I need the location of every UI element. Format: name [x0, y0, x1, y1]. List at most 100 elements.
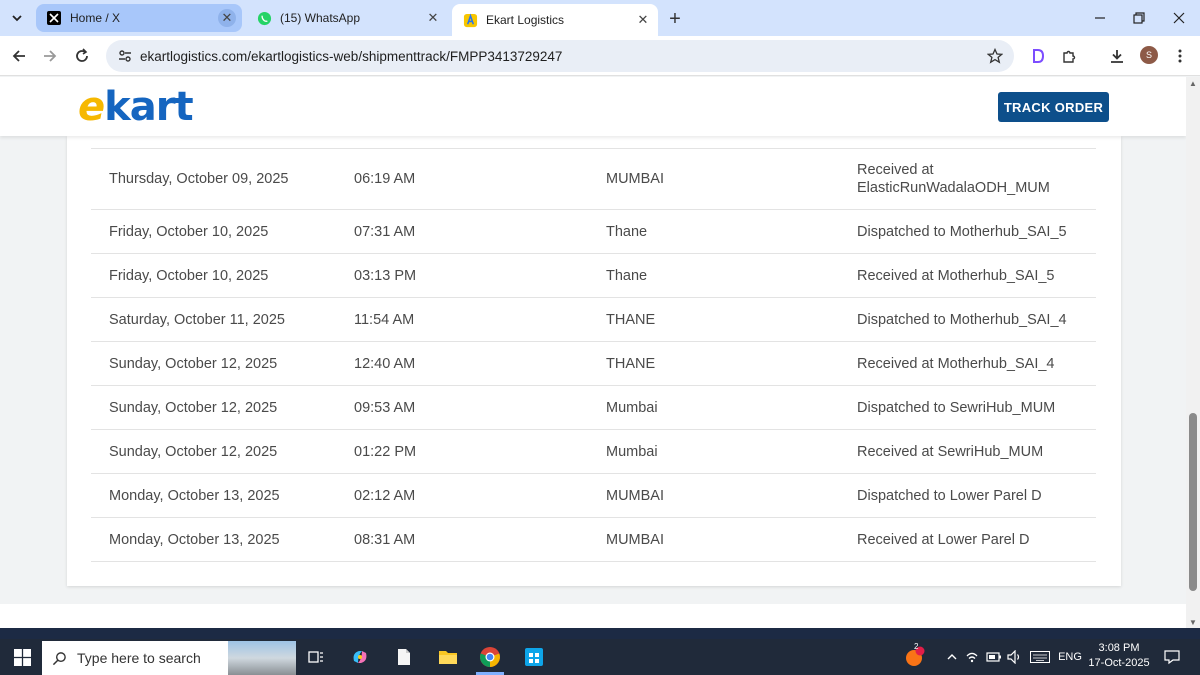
chrome-icon[interactable]	[476, 639, 504, 675]
tracking-location: MUMBAI	[606, 487, 664, 504]
tab-whatsapp[interactable]: (15) WhatsApp ✕	[246, 4, 448, 32]
tracking-row: Monday, October 13, 2025 08:31 AM MUMBAI Re…	[91, 518, 1096, 562]
keyboard-icon[interactable]	[1028, 639, 1052, 675]
tracking-row: Sunday, October 12, 2025 12:40 AM THANE Rec…	[91, 342, 1096, 386]
ekart-logo[interactable]: ekart	[78, 84, 194, 130]
minimize-icon[interactable]	[1088, 6, 1112, 30]
taskbar-edge	[0, 628, 1200, 639]
close-tab-icon[interactable]: ✕	[424, 9, 442, 27]
tracking-status: Dispatched to SewriHub_MUM	[857, 399, 1056, 416]
tracking-time: 06:19 AM	[354, 171, 416, 187]
tab-title: Ekart Logistics	[486, 13, 565, 27]
battery-icon[interactable]	[985, 639, 1003, 675]
tracking-status: Dispatched to Motherhub_SAI_5	[857, 223, 1067, 240]
taskbar-search[interactable]: Type here to search	[42, 641, 296, 675]
scroll-down-icon[interactable]: ▼	[1189, 618, 1197, 627]
tracking-date: Sunday, October 12, 2025	[109, 443, 278, 460]
tracking-row: Thursday, October 09, 2025 06:19 AM MUMBAI…	[91, 149, 1096, 210]
tab-title: Home / X	[70, 11, 121, 25]
tracking-date: Friday, October 10, 2025	[109, 267, 269, 284]
whatsapp-icon	[256, 10, 272, 26]
new-tab-button[interactable]: +	[664, 8, 686, 30]
tracking-row: Monday, October 13, 2025 02:12 AM MUMBAI Di…	[91, 474, 1096, 518]
tracking-location: Mumbai	[606, 443, 658, 460]
tracking-status: Received at SewriHub_MUM	[857, 443, 1044, 460]
tracking-status: Received at Motherhub_SAI_5	[857, 267, 1055, 284]
close-window-icon[interactable]	[1167, 6, 1191, 30]
close-tab-icon[interactable]: ✕	[634, 11, 652, 29]
tracking-date: Friday, October 10, 2025	[109, 223, 269, 240]
restore-icon[interactable]	[1127, 6, 1151, 30]
scroll-up-icon[interactable]: ▲	[1189, 79, 1197, 88]
tracking-location: THANE	[606, 311, 656, 328]
search-highlight-image	[228, 641, 296, 675]
tracking-location: THANE	[606, 355, 656, 372]
language-indicator[interactable]: ENG	[1056, 639, 1084, 675]
task-view-icon[interactable]	[302, 639, 330, 675]
tracking-location: Mumbai	[606, 399, 658, 416]
page-viewport: ekart TRACK ORDER Thursday, October 09, …	[0, 77, 1186, 628]
tracking-row: Saturday, October 11, 2025 11:54 AM THANE D…	[91, 298, 1096, 342]
taskbar-clock[interactable]: 3:08 PM 17-Oct-2025	[1086, 641, 1152, 671]
reload-button[interactable]	[70, 44, 94, 68]
tracking-row: Friday, October 10, 2025 07:31 AM Thane Dis…	[91, 210, 1096, 254]
extension-d-icon[interactable]	[1026, 44, 1050, 68]
site-info-icon[interactable]	[110, 48, 140, 64]
chevron-up-icon[interactable]	[944, 639, 960, 675]
windows-taskbar: Type here to search 2 ENG	[0, 639, 1200, 675]
tracking-date: Monday, October 13, 2025	[109, 531, 280, 548]
tracking-time: 01:22 PM	[354, 443, 417, 460]
file-explorer-icon[interactable]	[434, 639, 462, 675]
extensions-puzzle-icon[interactable]	[1058, 44, 1082, 68]
file-document-icon[interactable]	[390, 639, 418, 675]
back-button[interactable]	[7, 44, 31, 68]
tracking-location: MUMBAI	[606, 171, 664, 187]
logo-kart: kart	[104, 84, 193, 130]
page-scrollbar[interactable]: ▲ ▼	[1186, 77, 1200, 628]
download-icon[interactable]	[1105, 44, 1129, 68]
tracking-location: Thane	[606, 267, 648, 284]
scrollbar-thumb[interactable]	[1189, 413, 1197, 591]
language-text: ENG	[1058, 651, 1082, 663]
tab-search-button[interactable]	[6, 7, 28, 29]
tracking-time: 08:31 AM	[354, 531, 416, 548]
windows-start-icon[interactable]	[4, 639, 40, 675]
logo-e: e	[78, 84, 105, 130]
clock-date: 17-Oct-2025	[1088, 657, 1150, 669]
address-bar[interactable]: ekartlogistics.com/ekartlogistics-web/sh…	[106, 40, 1014, 72]
store-app-icon[interactable]	[520, 639, 548, 675]
chevron-down-icon	[12, 15, 22, 22]
profile-avatar[interactable]: S	[1140, 46, 1158, 64]
forward-button[interactable]	[38, 44, 62, 68]
tracking-time: 03:13 PM	[354, 267, 417, 284]
wifi-icon[interactable]	[964, 639, 980, 675]
tracking-status: Dispatched to Motherhub_SAI_4	[857, 311, 1067, 328]
tracking-table: Thursday, October 09, 2025 06:19 AM MUMBAI…	[91, 148, 1096, 562]
notification-count: 2	[914, 642, 919, 651]
footer-band	[0, 604, 1186, 628]
tracking-time: 09:53 AM	[354, 399, 416, 416]
menu-kebab-icon[interactable]	[1168, 44, 1192, 68]
copilot-icon[interactable]	[346, 639, 374, 675]
tracking-date: Sunday, October 12, 2025	[109, 399, 278, 416]
close-tab-icon[interactable]: ✕	[218, 9, 236, 27]
tracking-date: Thursday, October 09, 2025	[109, 171, 289, 187]
search-placeholder: Type here to search	[77, 650, 201, 666]
tracking-row: Sunday, October 12, 2025 01:22 PM Mumbai Re…	[91, 430, 1096, 474]
tab-ekart-logistics[interactable]: Ekart Logistics ✕	[452, 4, 658, 36]
flipkart-icon	[462, 12, 478, 28]
tab-home-x[interactable]: Home / X ✕	[36, 4, 242, 32]
bookmark-star-icon[interactable]	[980, 48, 1010, 64]
notification-center-icon[interactable]	[1160, 639, 1184, 675]
tracking-location: Thane	[606, 223, 648, 240]
tracking-time: 11:54 AM	[354, 311, 415, 328]
url-text[interactable]: ekartlogistics.com/ekartlogistics-web/sh…	[140, 49, 980, 64]
tracking-location: MUMBAI	[606, 531, 664, 548]
tracking-row: Friday, October 10, 2025 03:13 PM Thane Rec…	[91, 254, 1096, 298]
arrow-left-icon	[12, 50, 25, 62]
volume-icon[interactable]	[1006, 639, 1024, 675]
tracking-date: Saturday, October 11, 2025	[109, 311, 285, 328]
tracking-time: 12:40 AM	[354, 355, 416, 372]
tracking-card: Thursday, October 09, 2025 06:19 AM MUMBAI…	[67, 136, 1121, 586]
track-order-button[interactable]: TRACK ORDER	[998, 92, 1109, 122]
